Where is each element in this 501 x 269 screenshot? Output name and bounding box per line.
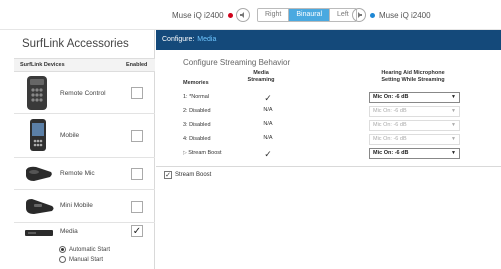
mic-setting-dropdown: Mic On: -6 dB ▼ bbox=[369, 120, 460, 131]
enabled-column-header: Enabled bbox=[126, 62, 148, 68]
left-device-name: Muse iQ i2400 bbox=[172, 11, 224, 20]
device-label: Mini Mobile bbox=[60, 202, 93, 209]
segment-right[interactable]: Right bbox=[258, 9, 290, 21]
mic-setting-dropdown[interactable]: Mic On: -6 dB ▼ bbox=[369, 92, 460, 103]
ear-selector[interactable]: Right Binaural Left bbox=[257, 8, 357, 22]
stream-boost-memory-label: Stream Boost bbox=[188, 150, 222, 156]
streaming-checkbox[interactable]: ✓ bbox=[257, 93, 279, 104]
mute-right-button[interactable] bbox=[352, 8, 366, 22]
memory-name: 3: Disabled bbox=[183, 122, 211, 128]
mic-setting-value: Mic On: -6 dB bbox=[373, 150, 409, 156]
automatic-start-label: Automatic Start bbox=[69, 246, 111, 253]
right-ear-indicator-icon bbox=[370, 13, 375, 19]
mic-setting-value: Mic On: -6 dB bbox=[373, 94, 409, 100]
mic-header-line1: Hearing Aid Microphone bbox=[381, 70, 445, 76]
remote-mic-icon bbox=[26, 166, 52, 181]
device-label: Media bbox=[60, 228, 78, 235]
enable-checkbox-remote-control[interactable] bbox=[131, 87, 143, 99]
speaker-icon bbox=[240, 12, 244, 18]
section-divider bbox=[156, 166, 501, 167]
memory-name: 2: Disabled bbox=[183, 108, 211, 114]
configure-panel: Configure: Media Configure Streaming Beha… bbox=[156, 30, 501, 269]
sidebar-title: SurfLink Accessories bbox=[22, 38, 129, 50]
checkmark-icon: ✓ bbox=[132, 225, 142, 237]
dropdown-arrow-icon: ▼ bbox=[451, 136, 456, 142]
left-hearing-aid[interactable]: Muse iQ i2400 bbox=[172, 11, 233, 20]
memory-name: ▷ Stream Boost bbox=[183, 150, 222, 156]
mic-setting-value: Mic On: -6 dB bbox=[373, 108, 407, 114]
device-label: Mobile bbox=[60, 132, 80, 139]
segment-binaural[interactable]: Binaural bbox=[289, 9, 331, 21]
memory-row: 1: *Normal ✓ Mic On: -6 dB ▼ bbox=[183, 91, 493, 105]
memory-row: 2: Disabled N/A Mic On: -6 dB ▼ bbox=[183, 105, 493, 119]
manual-start-label: Manual Start bbox=[69, 256, 104, 263]
enable-checkbox-media[interactable]: ✓ bbox=[131, 225, 143, 237]
dropdown-arrow-icon: ▼ bbox=[451, 122, 456, 128]
mic-setting-dropdown: Mic On: -6 dB ▼ bbox=[369, 106, 460, 117]
automatic-start-option[interactable]: Automatic Start bbox=[59, 246, 110, 253]
memories-column-header: Memories bbox=[183, 80, 209, 86]
device-bar: Muse iQ i2400 Right Binaural Left Muse i… bbox=[0, 0, 501, 30]
device-row-mini-mobile[interactable]: Mini Mobile bbox=[14, 190, 155, 223]
mic-setting-column-header: Hearing Aid Microphone Setting While Str… bbox=[368, 70, 458, 83]
configure-header: Configure: Media bbox=[156, 30, 501, 50]
device-row-remote-mic[interactable]: Remote Mic bbox=[14, 158, 155, 190]
streaming-status: N/A bbox=[263, 107, 273, 113]
media-header-line2: Streaming bbox=[247, 76, 275, 83]
device-label: Remote Control bbox=[60, 90, 106, 97]
mini-mobile-icon bbox=[26, 199, 54, 214]
configure-label: Configure: bbox=[162, 36, 195, 43]
streaming-checkbox[interactable]: ✓ bbox=[257, 149, 279, 160]
manual-start-option[interactable]: Manual Start bbox=[59, 256, 103, 263]
memory-row: ▷ Stream Boost ✓ Mic On: -6 dB ▼ bbox=[183, 147, 493, 161]
device-label: Remote Mic bbox=[60, 170, 95, 177]
radio-automatic-start[interactable] bbox=[59, 246, 66, 253]
dropdown-arrow-icon: ▼ bbox=[451, 108, 456, 114]
configure-title: Configure: Media bbox=[162, 36, 216, 43]
memory-row: 3: Disabled N/A Mic On: -6 dB ▼ bbox=[183, 119, 493, 133]
stream-boost-checkbox[interactable]: ✓ bbox=[164, 171, 172, 179]
memory-name: 4: Disabled bbox=[183, 136, 211, 142]
enable-checkbox-mini-mobile[interactable] bbox=[131, 201, 143, 213]
mic-setting-value: Mic On: -6 dB bbox=[373, 136, 407, 142]
device-row-mobile[interactable]: Mobile bbox=[14, 114, 155, 158]
device-row-remote-control[interactable]: Remote Control bbox=[14, 72, 155, 114]
mute-left-button[interactable] bbox=[236, 8, 250, 22]
mic-header-line2: Setting While Streaming bbox=[381, 76, 445, 83]
devices-column-header: SurfLink Devices bbox=[20, 62, 65, 68]
device-row-media[interactable]: Media ✓ Automatic Start Manual Start bbox=[14, 223, 155, 269]
mobile-icon bbox=[30, 119, 46, 151]
stream-boost-toggle[interactable]: ✓ Stream Boost bbox=[164, 171, 211, 179]
section-title: Configure Streaming Behavior bbox=[183, 58, 291, 67]
memory-row: 4: Disabled N/A Mic On: -6 dB ▼ bbox=[183, 133, 493, 147]
streaming-status: N/A bbox=[263, 135, 273, 141]
speaker-icon bbox=[358, 12, 362, 18]
stream-boost-label: Stream Boost bbox=[175, 172, 212, 178]
sidebar-header: SurfLink Devices Enabled bbox=[14, 58, 155, 72]
accessories-sidebar: SurfLink Accessories SurfLink Devices En… bbox=[14, 30, 155, 269]
media-streaming-column-header: Media Streaming bbox=[246, 70, 276, 83]
streaming-status: N/A bbox=[263, 121, 273, 127]
dropdown-arrow-icon: ▼ bbox=[451, 94, 456, 100]
mic-setting-dropdown: Mic On: -6 dB ▼ bbox=[369, 134, 460, 145]
enable-checkbox-remote-mic[interactable] bbox=[131, 168, 143, 180]
mic-setting-value: Mic On: -6 dB bbox=[373, 122, 407, 128]
checkmark-icon: ✓ bbox=[165, 172, 171, 179]
mic-setting-dropdown[interactable]: Mic On: -6 dB ▼ bbox=[369, 148, 460, 159]
configure-value: Media bbox=[197, 36, 217, 43]
right-hearing-aid[interactable]: Muse iQ i2400 bbox=[370, 11, 431, 20]
enable-checkbox-mobile[interactable] bbox=[131, 130, 143, 142]
left-ear-indicator-icon bbox=[227, 13, 233, 19]
radio-manual-start[interactable] bbox=[59, 256, 66, 263]
remote-control-icon bbox=[27, 76, 47, 110]
dropdown-arrow-icon: ▼ bbox=[451, 150, 456, 156]
right-device-name: Muse iQ i2400 bbox=[379, 11, 431, 20]
memory-name: 1: *Normal bbox=[183, 94, 209, 100]
media-icon bbox=[25, 230, 53, 236]
